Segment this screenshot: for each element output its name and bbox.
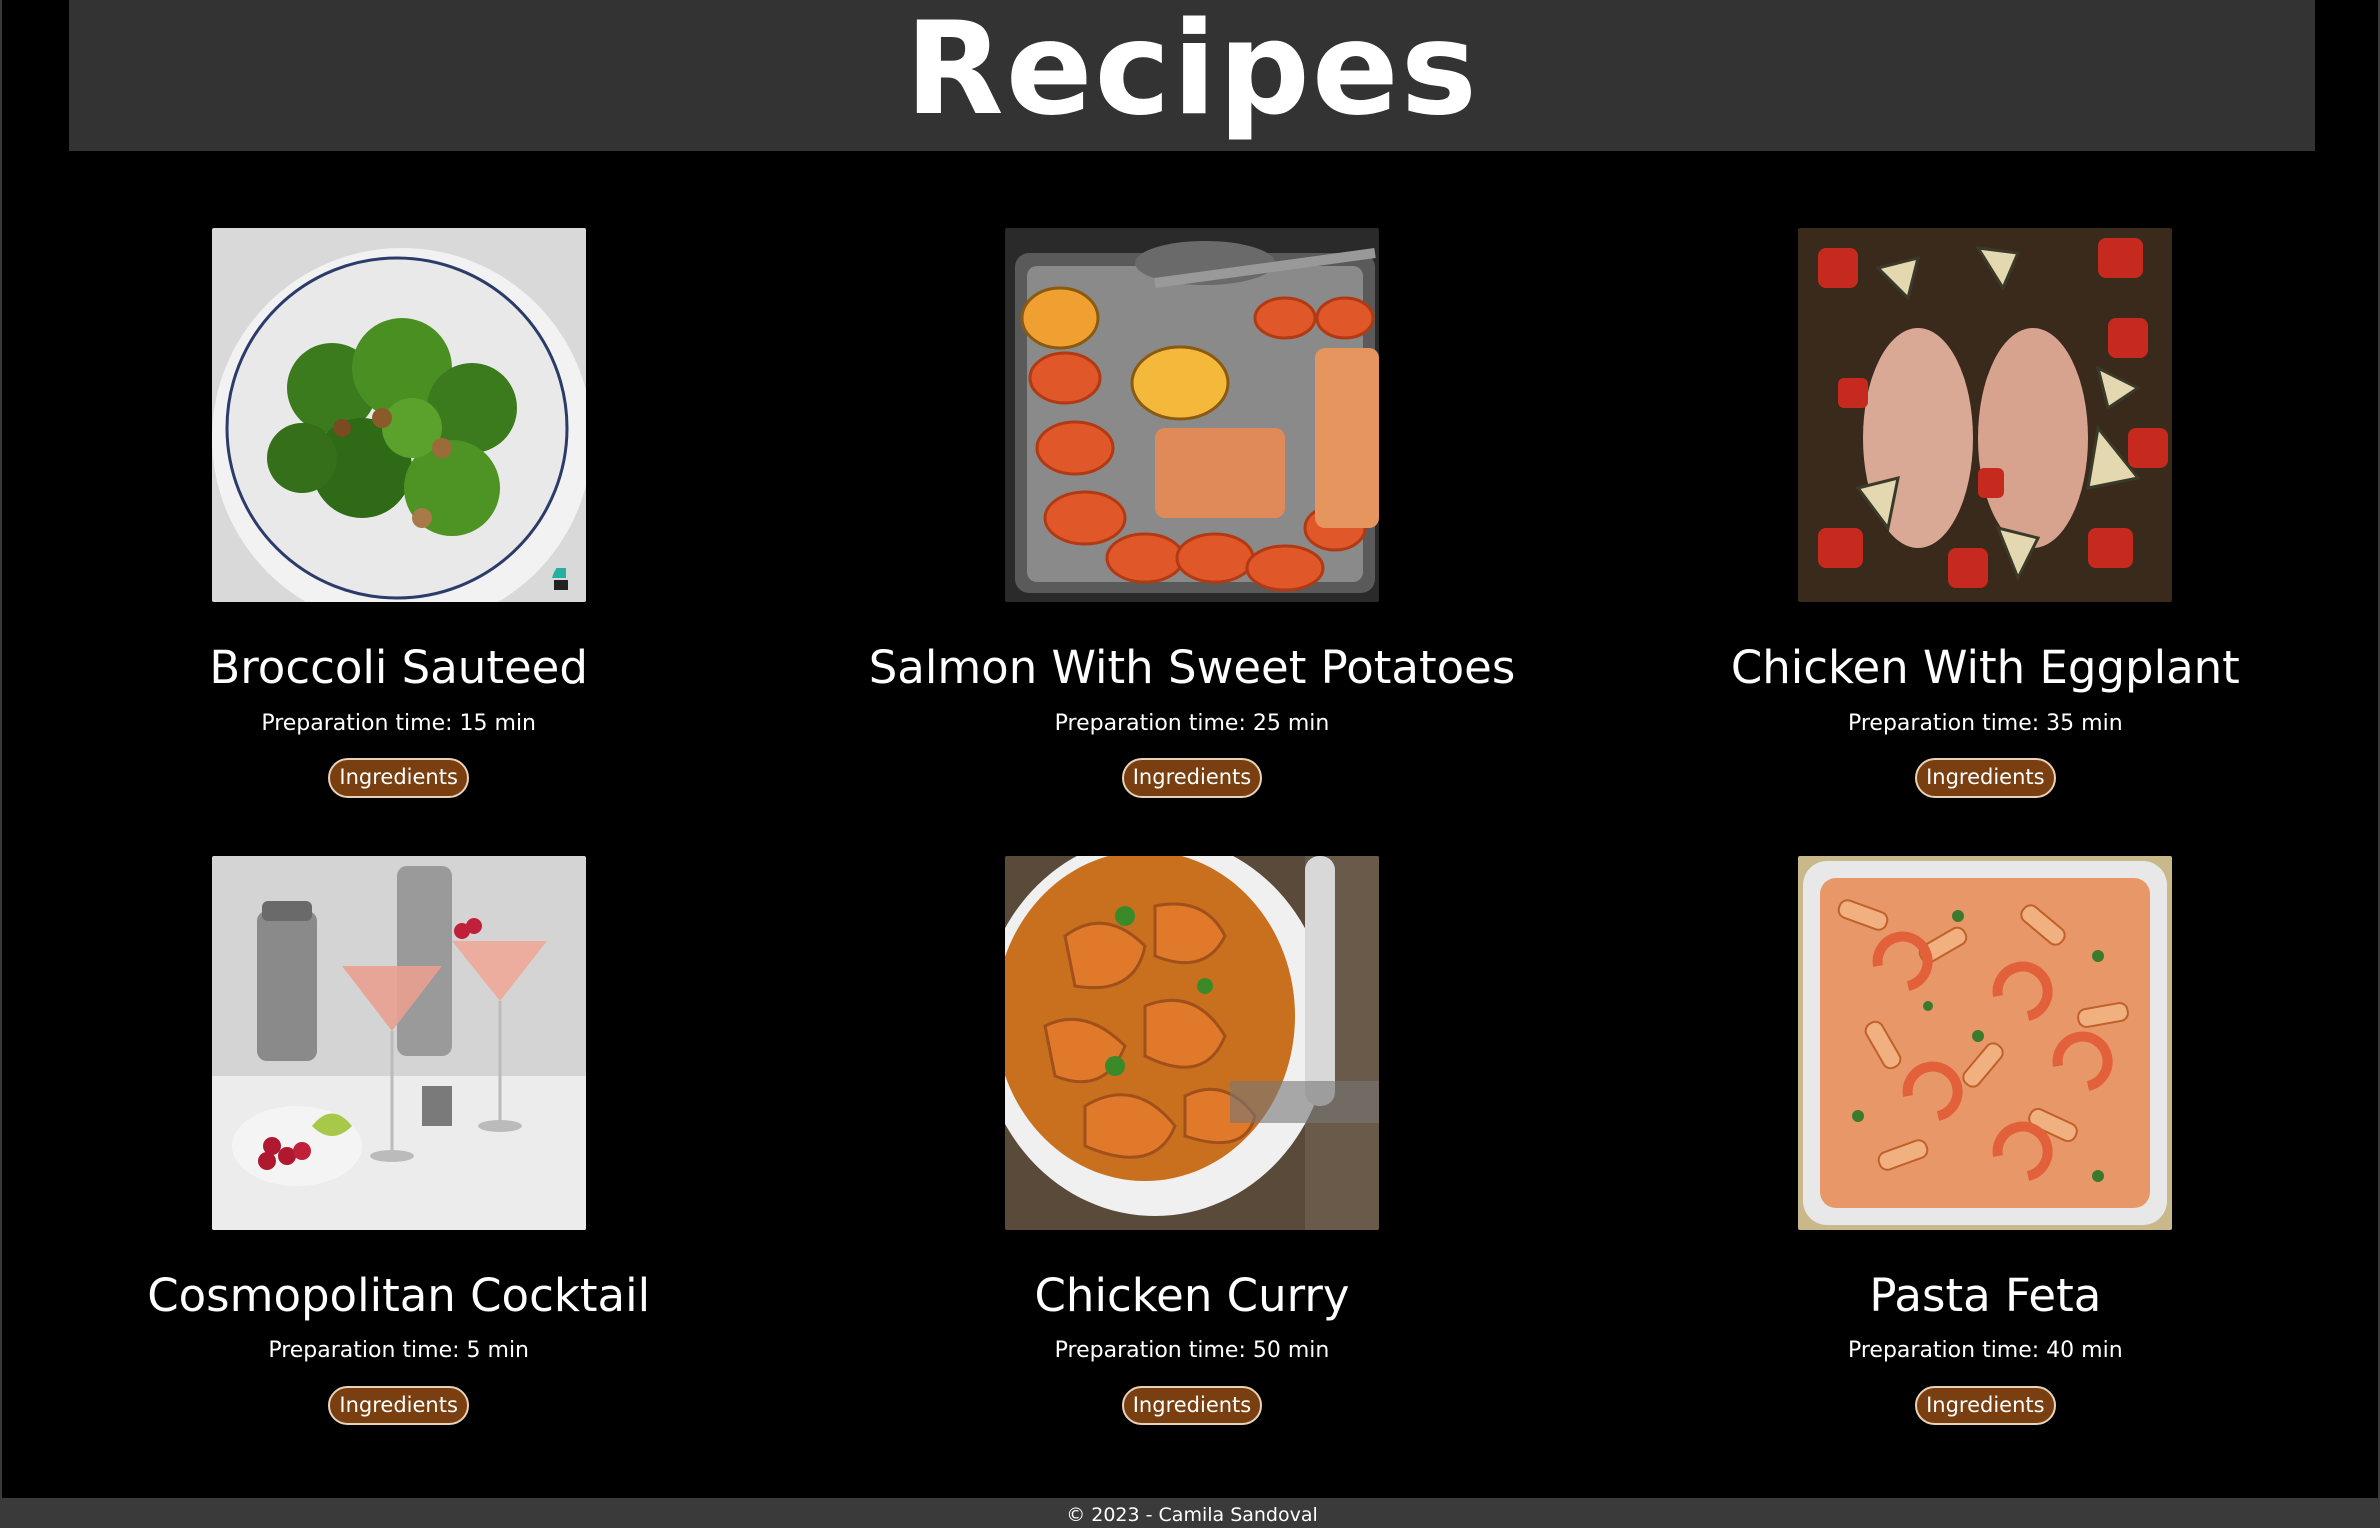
recipe-card: Chicken With Eggplant Preparation time: …: [1589, 228, 2380, 798]
recipe-title: Pasta Feta: [1869, 1268, 2102, 1322]
prep-time: Preparation time: 50 min: [1054, 1338, 1330, 1364]
recipe-card: Salmon With Sweet Potatoes Preparation t…: [795, 228, 1588, 798]
footer-copyright: © 2023 - Camila Sandoval: [1066, 1504, 1318, 1527]
prep-time: Preparation time: 15 min: [261, 710, 536, 736]
recipe-card: Pasta Feta Preparation time: 40 min Ingr…: [1589, 855, 2380, 1426]
recipe-image-chicken-eggplant: [1798, 228, 2173, 602]
prep-time: Preparation time: 40 min: [1847, 1338, 2123, 1364]
recipe-image-broccoli: [211, 228, 586, 602]
ingredients-button[interactable]: Ingredients: [328, 1385, 469, 1426]
prep-time: Preparation time: 35 min: [1847, 710, 2123, 736]
recipe-image-pasta: [1798, 855, 2173, 1230]
ingredients-button[interactable]: Ingredients: [1121, 758, 1263, 798]
recipe-image-cosmopolitan: [211, 855, 586, 1230]
ingredients-button[interactable]: Ingredients: [1915, 758, 2056, 798]
recipe-card: Chicken Curry Preparation time: 50 min I…: [795, 855, 1588, 1426]
ingredients-button[interactable]: Ingredients: [1915, 1385, 2056, 1426]
ingredients-button[interactable]: Ingredients: [1121, 1385, 1263, 1426]
recipe-image-curry: [1004, 855, 1379, 1230]
recipe-card: Broccoli Sauteed Preparation time: 15 mi…: [2, 228, 795, 798]
page: Recipes Broccoli Sauteed Preparation tim…: [0, 0, 2380, 1528]
page-footer: © 2023 - Camila Sandoval: [2, 1498, 2380, 1528]
recipe-title: Salmon With Sweet Potatoes: [868, 641, 1516, 694]
page-title: Recipes: [905, 0, 1479, 144]
ingredients-button[interactable]: Ingredients: [328, 758, 469, 798]
recipe-title: Cosmopolitan Cocktail: [147, 1268, 651, 1322]
recipe-image-salmon: [1004, 228, 1379, 602]
prep-time: Preparation time: 5 min: [268, 1338, 529, 1364]
recipe-title: Chicken Curry: [1034, 1268, 1350, 1322]
recipe-grid: Broccoli Sauteed Preparation time: 15 mi…: [2, 228, 2380, 1426]
recipe-title: Broccoli Sauteed: [209, 641, 588, 694]
prep-time: Preparation time: 25 min: [1054, 710, 1330, 736]
recipe-card: Cosmopolitan Cocktail Preparation time: …: [2, 855, 795, 1426]
recipe-title: Chicken With Eggplant: [1730, 641, 2240, 694]
page-header: Recipes: [69, 0, 2315, 151]
